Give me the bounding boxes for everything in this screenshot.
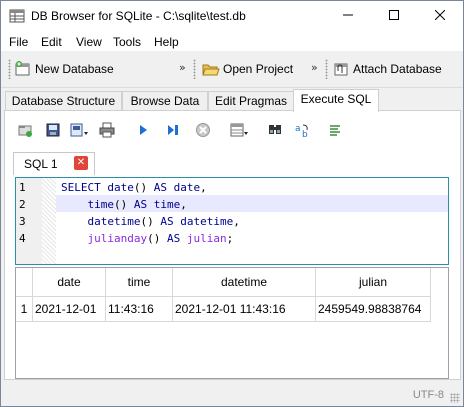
size-grip[interactable] bbox=[450, 393, 460, 403]
open-project-button[interactable]: Open Project bbox=[202, 58, 293, 80]
menu-edit[interactable]: Edit bbox=[41, 35, 62, 49]
print-icon bbox=[99, 122, 115, 141]
encoding-label: UTF-8 bbox=[412, 389, 444, 401]
open-tab-button[interactable] bbox=[15, 121, 35, 141]
execute-current-line-button[interactable] bbox=[163, 121, 183, 141]
code-line-1: SELECT date() AS date, bbox=[61, 181, 207, 194]
code-line-4: julianday() AS julian; bbox=[87, 232, 234, 245]
toolbar-overflow[interactable]: » bbox=[179, 61, 186, 74]
save-sql-file-button[interactable] bbox=[69, 121, 89, 141]
comment-button[interactable] bbox=[325, 121, 345, 141]
fold-margin bbox=[42, 178, 56, 264]
row-number[interactable]: 1 bbox=[16, 296, 33, 322]
menu-file[interactable]: File bbox=[9, 35, 28, 49]
results-grid[interactable]: date time datetime julian 1 2021-12-01 1… bbox=[15, 267, 449, 379]
close-icon bbox=[434, 9, 446, 23]
maximize-button[interactable] bbox=[371, 1, 417, 31]
close-button[interactable] bbox=[417, 1, 463, 31]
minimize-button[interactable] bbox=[325, 1, 371, 31]
comment-icon bbox=[327, 122, 343, 141]
save-file-icon bbox=[69, 122, 89, 141]
app-window: DB Browser for SQLite - C:\sqlite\test.d… bbox=[0, 0, 464, 407]
line-number: 4 bbox=[19, 232, 26, 245]
status-bar: UTF-8 bbox=[1, 382, 463, 406]
title-bar: DB Browser for SQLite - C:\sqlite\test.d… bbox=[1, 1, 463, 31]
line-number: 2 bbox=[19, 198, 26, 211]
results-header-row: date time datetime julian bbox=[16, 268, 431, 297]
toolbar-grip[interactable] bbox=[193, 59, 196, 79]
toolbar-grip[interactable] bbox=[325, 59, 328, 79]
execute-all-button[interactable] bbox=[133, 121, 153, 141]
print-button[interactable] bbox=[97, 121, 117, 141]
new-database-icon bbox=[14, 61, 32, 77]
column-header[interactable]: date bbox=[32, 268, 106, 297]
open-project-icon bbox=[202, 61, 220, 77]
find-replace-button[interactable]: ab bbox=[293, 121, 313, 141]
table-cell[interactable]: 2021-12-01 11:43:16 bbox=[172, 296, 316, 322]
stop-execution-button[interactable] bbox=[193, 121, 213, 141]
execute-current-line-icon bbox=[165, 122, 181, 141]
minimize-icon bbox=[343, 9, 353, 23]
sql-tab[interactable]: SQL 1 ✕ bbox=[13, 152, 95, 175]
open-sql-file-button[interactable] bbox=[43, 121, 63, 141]
menu-tools[interactable]: Tools bbox=[113, 35, 141, 49]
tab-edit-pragmas[interactable]: Edit Pragmas bbox=[208, 91, 294, 111]
menu-help[interactable]: Help bbox=[154, 35, 179, 49]
stop-icon bbox=[195, 122, 211, 141]
main-toolbar: New Database » Open Project » Attach Dat… bbox=[1, 51, 463, 88]
save-results-icon bbox=[229, 122, 249, 141]
svg-text:a: a bbox=[295, 124, 301, 134]
table-cell[interactable]: 2021-12-01 bbox=[32, 296, 106, 322]
results-table: date time datetime julian 1 2021-12-01 1… bbox=[16, 268, 431, 322]
code-line-3: datetime() AS datetime, bbox=[87, 215, 240, 228]
row-header-corner bbox=[16, 268, 33, 297]
open-file-icon bbox=[45, 122, 61, 141]
attach-database-label: Attach Database bbox=[353, 62, 442, 76]
menu-bar: File Edit View Tools Help bbox=[1, 31, 463, 51]
toolbar-grip[interactable] bbox=[8, 59, 11, 79]
sql-tab-label: SQL 1 bbox=[24, 157, 58, 171]
open-project-label: Open Project bbox=[223, 62, 294, 76]
tab-execute-sql[interactable]: Execute SQL bbox=[293, 89, 379, 112]
find-icon bbox=[267, 122, 283, 141]
save-results-button[interactable] bbox=[229, 121, 249, 141]
open-tab-icon bbox=[17, 122, 33, 141]
new-database-button[interactable]: New Database bbox=[14, 58, 114, 80]
line-number-gutter: 1 2 3 4 bbox=[16, 178, 42, 264]
table-row[interactable]: 1 2021-12-01 11:43:16 2021-12-01 11:43:1… bbox=[16, 296, 431, 322]
code-line-2: time() AS time, bbox=[87, 198, 187, 211]
table-cell[interactable]: 2459549.98838764 bbox=[315, 296, 431, 322]
toolbar-overflow[interactable]: » bbox=[311, 61, 318, 74]
database-icon bbox=[9, 9, 25, 23]
sql-tab-close-icon[interactable]: ✕ bbox=[74, 156, 88, 170]
main-tabs: Database Structure Browse Data Edit Prag… bbox=[1, 89, 463, 112]
new-database-label: New Database bbox=[35, 62, 114, 76]
sql-editor[interactable]: 1 2 3 4 SELECT date() AS date, time() AS… bbox=[15, 177, 449, 265]
column-header[interactable]: datetime bbox=[172, 268, 316, 297]
tab-database-structure[interactable]: Database Structure bbox=[5, 91, 122, 111]
menu-view[interactable]: View bbox=[76, 35, 102, 49]
maximize-icon bbox=[389, 9, 399, 23]
tab-browse-data[interactable]: Browse Data bbox=[122, 91, 208, 111]
svg-text:b: b bbox=[302, 130, 308, 138]
window-title: DB Browser for SQLite - C:\sqlite\test.d… bbox=[31, 9, 246, 23]
column-header[interactable]: julian bbox=[315, 268, 431, 297]
attach-database-icon bbox=[332, 61, 350, 77]
find-button[interactable] bbox=[265, 121, 285, 141]
line-number: 3 bbox=[19, 215, 26, 228]
find-replace-icon: ab bbox=[294, 122, 312, 141]
table-cell[interactable]: 11:43:16 bbox=[105, 296, 173, 322]
attach-database-button[interactable]: Attach Database bbox=[332, 58, 442, 80]
execute-all-icon bbox=[135, 122, 151, 141]
line-number: 1 bbox=[19, 181, 26, 194]
column-header[interactable]: time bbox=[105, 268, 173, 297]
execute-sql-panel: ab SQL 1 ✕ 1 2 3 4 SELECT date() AS date… bbox=[4, 110, 461, 380]
